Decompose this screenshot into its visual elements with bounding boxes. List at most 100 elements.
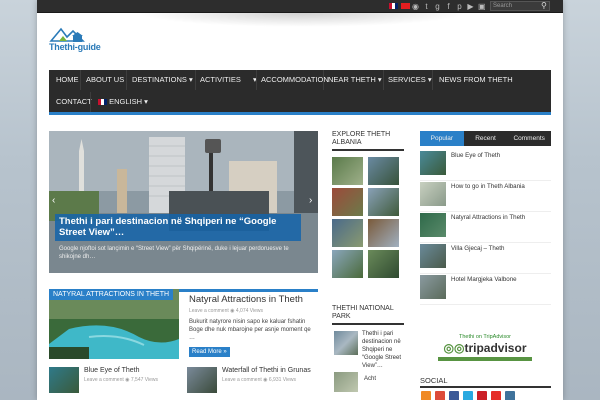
list-item[interactable]: Hotel Margjeka Valbone (420, 274, 551, 305)
language-flags (389, 3, 410, 9)
youtube-icon[interactable]: ▶ (467, 1, 474, 12)
pinterest-icon[interactable] (477, 391, 487, 400)
list-item-title[interactable]: Villa Gjecaj – Theth (451, 245, 504, 253)
nav-item-near-theth[interactable]: NEAR THETH ▾ (328, 70, 382, 90)
tripadvisor-logo[interactable]: ◎◎tripadvisor (432, 341, 538, 355)
list-item-title[interactable]: Natyral Attractions in Theth (451, 214, 525, 222)
nav-item-english[interactable]: ENGLISH ▾ (98, 92, 148, 112)
featured-meta: Leave a comment ◉ 4,074 Views (189, 308, 264, 314)
pinterest-icon[interactable]: p (456, 1, 463, 12)
post-title[interactable]: Blue Eye of Theth (84, 367, 140, 374)
tab-comments[interactable]: Comments (507, 131, 551, 146)
youtube-icon[interactable] (491, 391, 501, 400)
english-flag-icon (98, 99, 107, 106)
slider-title[interactable]: Thethi i pari destinacion në Shqiperi ne… (55, 214, 301, 241)
gallery-thumb[interactable] (332, 188, 363, 216)
list-item-thumb (420, 151, 446, 175)
gallery-thumb[interactable] (332, 219, 363, 247)
top-bar: ◉ t g f p ▶ ▣ Search ⚲ (37, 0, 563, 13)
nav-item-activities-label: ACTIVITIES (200, 75, 241, 84)
main-nav: HOME ABOUT US DESTINATIONS ▾ ACTIVITIES … (49, 70, 551, 115)
rss-icon[interactable]: ◉ (412, 1, 419, 12)
search-icon[interactable]: ⚲ (541, 1, 547, 10)
featured-category-label[interactable]: NATYRAL ATTRACTIONS IN THETH (49, 289, 174, 300)
chevron-down-icon: ▾ (144, 97, 148, 106)
nav-item-home[interactable]: HOME (56, 70, 79, 90)
logo-text[interactable]: Thethi-guide (49, 42, 101, 52)
nav-item-contact[interactable]: CONTACT (56, 92, 92, 112)
gallery-thumb[interactable] (368, 219, 399, 247)
albanian-flag-icon[interactable] (401, 3, 410, 9)
list-item-thumb (420, 182, 446, 206)
popular-list: Blue Eye of Theth How to go in Theth Alb… (420, 150, 551, 305)
nav-item-services[interactable]: SERVICES ▾ (388, 70, 432, 90)
nav-item-accommodation[interactable]: ACCOMMODATION (261, 70, 329, 90)
list-item-title[interactable]: How to go in Theth Albania (451, 183, 525, 191)
list-item-thumb (420, 275, 446, 299)
english-flag-icon[interactable] (389, 3, 398, 9)
park-thumb[interactable] (334, 331, 358, 355)
slider-desc: Google njoftoi sot lançimin e “Street Vi… (59, 246, 289, 260)
post-meta: Leave a comment ◉ 6,931 Views (222, 377, 297, 383)
park-thumb-2[interactable] (334, 372, 358, 392)
nav-item-destinations-label: DESTINATIONS (132, 75, 187, 84)
featured-title[interactable]: Natyral Attractions in Theth (189, 294, 303, 305)
header-shadow (137, 13, 467, 27)
tripadvisor-widget[interactable]: Thethi on TripAdvisor ◎◎tripadvisor (432, 333, 538, 369)
google-plus-icon[interactable]: g (434, 1, 441, 12)
post-meta: Leave a comment ◉ 7,547 Views (84, 377, 159, 383)
tripadvisor-owl-icon: ◎◎ (443, 341, 465, 355)
facebook-icon[interactable]: f (445, 1, 452, 12)
tripadvisor-caption[interactable]: Thethi on TripAdvisor (432, 333, 538, 341)
tab-recent[interactable]: Recent (464, 131, 508, 146)
explore-widget: EXPLORE THETH ALBANIA (332, 131, 404, 278)
facebook-icon[interactable] (449, 391, 459, 400)
nav-item-near-theth-label: NEAR THETH (328, 75, 376, 84)
list-item[interactable]: Natyral Attractions in Theth (420, 212, 551, 243)
social-icons (421, 391, 515, 400)
post-title[interactable]: Waterfall of Thethi in Grunas (222, 367, 311, 374)
gallery-thumb[interactable] (332, 250, 363, 278)
list-item-title[interactable]: Blue Eye of Theth (451, 152, 500, 160)
list-item[interactable]: How to go in Theth Albania (420, 181, 551, 212)
tripadvisor-logo-text: tripadvisor (464, 341, 527, 355)
page: ◉ t g f p ▶ ▣ Search ⚲ Thethi-guide HOME… (37, 0, 563, 400)
nav-item-english-label: ENGLISH (109, 97, 143, 106)
list-item[interactable]: Villa Gjecaj – Theth (420, 243, 551, 274)
list-item-title[interactable]: Hotel Margjeka Valbone (451, 276, 517, 284)
slider-prev-icon[interactable]: ‹ (52, 195, 55, 206)
twitter-icon[interactable]: t (423, 1, 430, 12)
chevron-down-icon: ▾ (188, 75, 193, 84)
instagram-icon[interactable] (505, 391, 515, 400)
nav-item-destinations[interactable]: DESTINATIONS ▾ (132, 70, 193, 90)
park-post-title[interactable]: Thethi i pari destinacion në Shqiperi ne… (362, 330, 406, 370)
chevron-down-icon: ▾ (377, 75, 382, 84)
featured-excerpt: Bukurit natyrore nisin sapo ke kaluar fs… (189, 319, 311, 341)
nav-item-services-label: SERVICES (388, 75, 426, 84)
google-plus-icon[interactable] (435, 391, 445, 400)
rss-icon[interactable] (421, 391, 431, 400)
explore-gallery (332, 157, 404, 278)
post-thumb[interactable] (187, 367, 217, 393)
post-thumb[interactable] (49, 367, 79, 393)
park-title: THETHI NATIONAL PARK (332, 305, 404, 325)
top-social-icons: ◉ t g f p ▶ ▣ (412, 1, 486, 12)
gallery-thumb[interactable] (368, 157, 399, 185)
instagram-icon[interactable]: ▣ (478, 1, 486, 12)
explore-title: EXPLORE THETH ALBANIA (332, 131, 404, 151)
nav-item-activities[interactable]: ACTIVITIES ▾ (200, 70, 257, 90)
park-post-2[interactable]: Acht (364, 376, 376, 382)
list-item[interactable]: Blue Eye of Theth (420, 150, 551, 181)
tab-popular[interactable]: Popular (420, 131, 464, 146)
read-more-button[interactable]: Read More » (189, 347, 230, 357)
gallery-thumb[interactable] (368, 250, 399, 278)
gallery-thumb[interactable] (332, 157, 363, 185)
nav-item-news-from-theth[interactable]: NEWS FROM THETH (439, 70, 513, 90)
slider-next-icon[interactable]: › (309, 195, 312, 206)
nav-item-about-us[interactable]: ABOUT US (86, 70, 124, 90)
tabs-widget: Popular Recent Comments (420, 131, 551, 146)
list-item-thumb (420, 244, 446, 268)
twitter-icon[interactable] (463, 391, 473, 400)
list-item-thumb (420, 213, 446, 237)
gallery-thumb[interactable] (368, 188, 399, 216)
